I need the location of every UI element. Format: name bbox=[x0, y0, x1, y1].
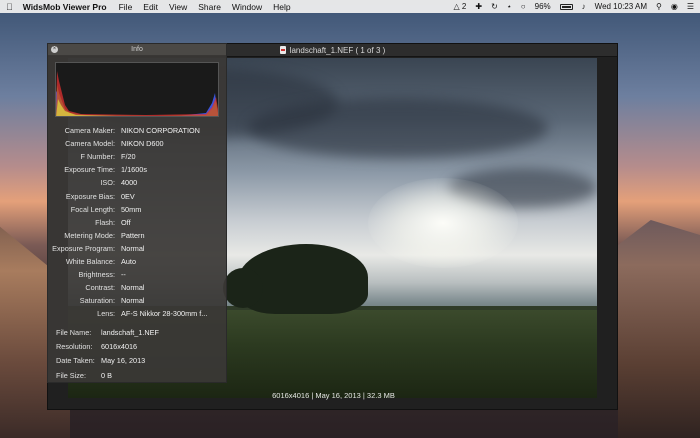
exif-value: -- bbox=[121, 270, 126, 280]
exif-label: Exposure Time: bbox=[64, 165, 115, 175]
document-icon bbox=[279, 46, 286, 54]
clock[interactable]: Wed 10:23 AM bbox=[595, 2, 647, 11]
exif-row-flash: Flash: Off bbox=[48, 216, 228, 229]
menu-file[interactable]: File bbox=[119, 2, 133, 12]
histogram-graph bbox=[56, 71, 218, 116]
exif-label: Saturation: bbox=[79, 296, 115, 306]
exif-value: Normal bbox=[121, 283, 145, 293]
exif-label: Contrast: bbox=[85, 283, 115, 293]
file-label: Resolution: bbox=[56, 341, 93, 351]
exif-label: Brightness: bbox=[78, 270, 115, 280]
exif-row-metering-mode: Metering Mode: Pattern bbox=[48, 229, 228, 242]
exif-value: Normal bbox=[121, 296, 145, 306]
image-caption: 6016x4016 | May 16, 2013 | 32.3 MB bbox=[272, 391, 395, 400]
battery-icon[interactable] bbox=[559, 3, 573, 10]
info-panel: × Info Camera Maker: NIKON CORPORATION Ca… bbox=[47, 43, 227, 383]
exif-label: Flash: bbox=[95, 217, 115, 227]
menu-app-name[interactable]: WidsMob Viewer Pro bbox=[23, 2, 107, 12]
file-info-table: File Name: landschaft_1.NEF Resolution: 60… bbox=[56, 325, 226, 382]
menu-bar:  WidsMob Viewer Pro File Edit View Shar… bbox=[0, 0, 700, 13]
plus-icon[interactable]: ✚ bbox=[475, 2, 482, 11]
menu-share[interactable]: Share bbox=[198, 2, 221, 12]
exif-value: 0EV bbox=[121, 191, 135, 201]
photo-cloud bbox=[248, 98, 548, 158]
wifi-icon[interactable]: ○ bbox=[521, 2, 526, 11]
photo-tree bbox=[223, 268, 263, 308]
menu-window[interactable]: Window bbox=[232, 2, 262, 12]
adobe-badge: 2 bbox=[461, 2, 467, 11]
file-label: File Size: bbox=[56, 370, 87, 380]
file-value: 0 B bbox=[101, 370, 112, 380]
photo-sun-glow bbox=[368, 178, 518, 268]
exif-label: ISO: bbox=[100, 178, 115, 188]
bluetooth-icon[interactable]: ⋆ bbox=[507, 2, 512, 11]
histogram-red bbox=[56, 71, 218, 116]
exif-row-exposure-bias: Exposure Bias: 0EV bbox=[48, 189, 228, 202]
file-label: File Name: bbox=[56, 327, 92, 337]
menu-view[interactable]: View bbox=[169, 2, 187, 12]
viewer-title: landschaft_1.NEF ( 1 of 3 ) bbox=[289, 45, 386, 55]
file-value: 6016x4016 bbox=[101, 341, 138, 351]
exif-value: 1/1600s bbox=[121, 165, 147, 175]
exif-label: F Number: bbox=[80, 152, 115, 162]
histogram-green bbox=[56, 85, 218, 116]
notification-center-icon[interactable]: ☰ bbox=[687, 2, 694, 11]
adobe-status[interactable]: △ 2 bbox=[454, 2, 467, 11]
apple-icon[interactable]:  bbox=[6, 2, 13, 12]
exif-value: AF-S Nikkor 28-300mm f... bbox=[121, 309, 208, 319]
exif-row-white-balance: White Balance: Auto bbox=[48, 255, 228, 268]
exif-row-brightness: Brightness: -- bbox=[48, 268, 228, 281]
menu-status-area: △ 2 ✚ ↻ ⋆ ○ 96% ♪ Wed 10:23 AM ⚲ ◉ ☰ bbox=[454, 2, 694, 11]
exif-label: White Balance: bbox=[65, 256, 115, 266]
menu-edit[interactable]: Edit bbox=[143, 2, 158, 12]
exif-label: Lens: bbox=[97, 309, 115, 319]
histogram bbox=[55, 62, 219, 117]
file-row-name: File Name: landschaft_1.NEF bbox=[56, 325, 226, 339]
file-row-date-taken: Date Taken: May 16, 2013 bbox=[56, 354, 226, 368]
volume-icon[interactable]: ♪ bbox=[582, 2, 586, 11]
file-value: May 16, 2013 bbox=[101, 356, 146, 366]
exif-table: Camera Maker: NIKON CORPORATION Camera Mo… bbox=[48, 124, 228, 320]
exif-label: Exposure Bias: bbox=[65, 191, 115, 201]
info-titlebar[interactable]: × Info bbox=[48, 44, 226, 55]
exif-value: Pattern bbox=[121, 230, 145, 240]
time-machine-icon[interactable]: ↻ bbox=[491, 2, 498, 11]
exif-row-iso: ISO: 4000 bbox=[48, 176, 228, 189]
exif-value: NIKON D600 bbox=[121, 139, 164, 149]
exif-row-exposure-program: Exposure Program: Normal bbox=[48, 242, 228, 255]
exif-value: Normal bbox=[121, 243, 145, 253]
spotlight-icon[interactable]: ⚲ bbox=[656, 2, 662, 11]
exif-row-saturation: Saturation: Normal bbox=[48, 294, 228, 307]
close-icon[interactable]: × bbox=[51, 46, 58, 53]
exif-value: Auto bbox=[121, 256, 137, 266]
siri-icon[interactable]: ◉ bbox=[671, 2, 678, 11]
exif-value: 4000 bbox=[121, 178, 138, 188]
file-row-size: File Size: 0 B bbox=[56, 368, 226, 382]
exif-row-focal-length: Focal Length: 50mm bbox=[48, 203, 228, 216]
exif-label: Camera Maker: bbox=[64, 126, 115, 136]
exif-row-exposure-time: Exposure Time: 1/1600s bbox=[48, 163, 228, 176]
exif-label: Metering Mode: bbox=[64, 230, 115, 240]
desktop-dune-right bbox=[618, 220, 700, 438]
exif-label: Focal Length: bbox=[70, 204, 115, 214]
exif-value: NIKON CORPORATION bbox=[121, 126, 200, 136]
histogram-blue bbox=[56, 91, 218, 116]
exif-value: Off bbox=[121, 217, 131, 227]
exif-row-contrast: Contrast: Normal bbox=[48, 281, 228, 294]
exif-value: F/20 bbox=[121, 152, 136, 162]
exif-row-f-number: F Number: F/20 bbox=[48, 150, 228, 163]
menu-help[interactable]: Help bbox=[273, 2, 290, 12]
file-value: landschaft_1.NEF bbox=[101, 327, 160, 337]
exif-label: Exposure Program: bbox=[52, 243, 115, 253]
adobe-icon: △ bbox=[453, 2, 460, 11]
exif-row-lens: Lens: AF-S Nikkor 28-300mm f... bbox=[48, 307, 228, 320]
file-label: Date Taken: bbox=[56, 356, 95, 366]
exif-row-camera-maker: Camera Maker: NIKON CORPORATION bbox=[48, 124, 228, 137]
battery-percent[interactable]: 96% bbox=[535, 2, 551, 11]
exif-row-camera-model: Camera Model: NIKON D600 bbox=[48, 137, 228, 150]
info-title: Info bbox=[131, 46, 143, 53]
exif-value: 50mm bbox=[121, 204, 142, 214]
file-row-resolution: Resolution: 6016x4016 bbox=[56, 339, 226, 353]
exif-label: Camera Model: bbox=[65, 139, 115, 149]
